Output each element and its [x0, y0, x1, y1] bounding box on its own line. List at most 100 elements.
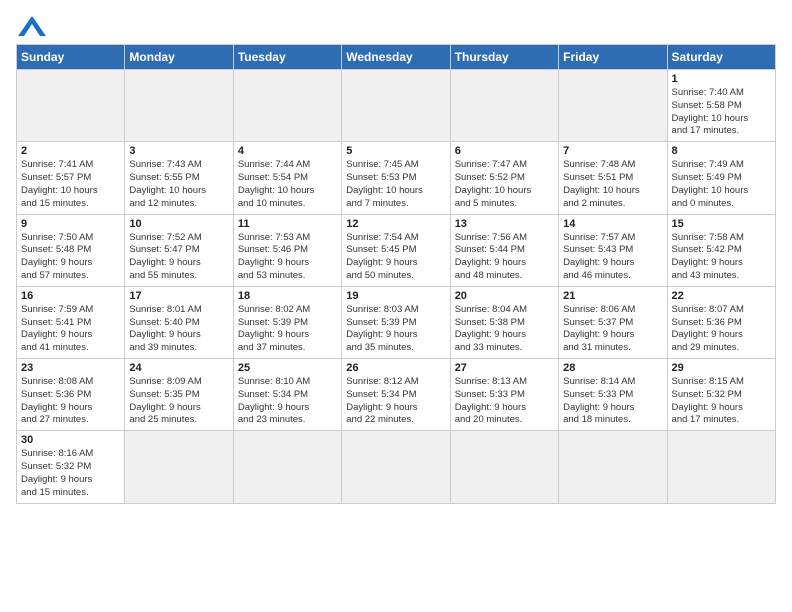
calendar-cell — [233, 70, 341, 142]
day-info: Sunrise: 8:16 AM Sunset: 5:32 PM Dayligh… — [21, 448, 120, 499]
calendar-cell: 25 Sunrise: 8:10 AM Sunset: 5:34 PM Dayli… — [233, 359, 341, 431]
day-info: Sunrise: 7:57 AM Sunset: 5:43 PM Dayligh… — [563, 232, 662, 283]
calendar-cell: 16 Sunrise: 7:59 AM Sunset: 5:41 PM Dayli… — [17, 286, 125, 358]
day-number: 10 — [129, 218, 228, 230]
calendar-cell: 20 Sunrise: 8:04 AM Sunset: 5:38 PM Dayli… — [450, 286, 558, 358]
weekday-header-tuesday: Tuesday — [233, 45, 341, 70]
calendar-cell: 23 Sunrise: 8:08 AM Sunset: 5:36 PM Dayli… — [17, 359, 125, 431]
day-number: 20 — [455, 290, 554, 302]
day-info: Sunrise: 7:47 AM Sunset: 5:52 PM Dayligh… — [455, 159, 554, 210]
day-info: Sunrise: 8:07 AM Sunset: 5:36 PM Dayligh… — [672, 304, 771, 355]
day-number: 29 — [672, 362, 771, 374]
weekday-header-saturday: Saturday — [667, 45, 775, 70]
calendar-cell: 30 Sunrise: 8:16 AM Sunset: 5:32 PM Dayli… — [17, 431, 125, 503]
calendar-cell — [342, 431, 450, 503]
weekday-header-wednesday: Wednesday — [342, 45, 450, 70]
calendar-cell: 15 Sunrise: 7:58 AM Sunset: 5:42 PM Dayli… — [667, 214, 775, 286]
calendar-cell — [125, 431, 233, 503]
calendar-cell: 12 Sunrise: 7:54 AM Sunset: 5:45 PM Dayli… — [342, 214, 450, 286]
day-number: 1 — [672, 73, 771, 85]
day-info: Sunrise: 8:03 AM Sunset: 5:39 PM Dayligh… — [346, 304, 445, 355]
calendar-cell — [450, 431, 558, 503]
day-number: 14 — [563, 218, 662, 230]
day-number: 16 — [21, 290, 120, 302]
day-number: 9 — [21, 218, 120, 230]
day-info: Sunrise: 7:53 AM Sunset: 5:46 PM Dayligh… — [238, 232, 337, 283]
day-number: 7 — [563, 145, 662, 157]
day-number: 3 — [129, 145, 228, 157]
calendar-cell — [450, 70, 558, 142]
calendar-cell: 17 Sunrise: 8:01 AM Sunset: 5:40 PM Dayli… — [125, 286, 233, 358]
day-info: Sunrise: 7:45 AM Sunset: 5:53 PM Dayligh… — [346, 159, 445, 210]
calendar-cell: 11 Sunrise: 7:53 AM Sunset: 5:46 PM Dayli… — [233, 214, 341, 286]
calendar-cell — [667, 431, 775, 503]
day-info: Sunrise: 8:10 AM Sunset: 5:34 PM Dayligh… — [238, 376, 337, 427]
day-info: Sunrise: 8:04 AM Sunset: 5:38 PM Dayligh… — [455, 304, 554, 355]
day-info: Sunrise: 7:59 AM Sunset: 5:41 PM Dayligh… — [21, 304, 120, 355]
header — [16, 16, 776, 36]
calendar-cell — [17, 70, 125, 142]
day-info: Sunrise: 8:02 AM Sunset: 5:39 PM Dayligh… — [238, 304, 337, 355]
calendar-cell: 1 Sunrise: 7:40 AM Sunset: 5:58 PM Daylig… — [667, 70, 775, 142]
day-number: 13 — [455, 218, 554, 230]
day-info: Sunrise: 7:56 AM Sunset: 5:44 PM Dayligh… — [455, 232, 554, 283]
calendar-cell: 28 Sunrise: 8:14 AM Sunset: 5:33 PM Dayli… — [559, 359, 667, 431]
day-number: 25 — [238, 362, 337, 374]
calendar-cell: 21Sunrise: 8:06 AM Sunset: 5:37 PM Dayli… — [559, 286, 667, 358]
day-info: Sunrise: 7:48 AM Sunset: 5:51 PM Dayligh… — [563, 159, 662, 210]
calendar-cell: 27Sunrise: 8:13 AM Sunset: 5:33 PM Dayli… — [450, 359, 558, 431]
day-number: 18 — [238, 290, 337, 302]
day-number: 2 — [21, 145, 120, 157]
day-number: 22 — [672, 290, 771, 302]
day-info: Sunrise: 8:01 AM Sunset: 5:40 PM Dayligh… — [129, 304, 228, 355]
calendar-cell: 19 Sunrise: 8:03 AM Sunset: 5:39 PM Dayli… — [342, 286, 450, 358]
day-number: 23 — [21, 362, 120, 374]
calendar-cell: 22 Sunrise: 8:07 AM Sunset: 5:36 PM Dayli… — [667, 286, 775, 358]
calendar-cell: 7 Sunrise: 7:48 AM Sunset: 5:51 PM Daylig… — [559, 142, 667, 214]
day-number: 11 — [238, 218, 337, 230]
day-number: 4 — [238, 145, 337, 157]
day-info: Sunrise: 8:08 AM Sunset: 5:36 PM Dayligh… — [21, 376, 120, 427]
weekday-header-monday: Monday — [125, 45, 233, 70]
calendar-cell: 24Sunrise: 8:09 AM Sunset: 5:35 PM Dayli… — [125, 359, 233, 431]
day-number: 17 — [129, 290, 228, 302]
day-info: Sunrise: 7:50 AM Sunset: 5:48 PM Dayligh… — [21, 232, 120, 283]
day-number: 24 — [129, 362, 228, 374]
day-number: 19 — [346, 290, 445, 302]
calendar-cell: 9 Sunrise: 7:50 AM Sunset: 5:48 PM Daylig… — [17, 214, 125, 286]
day-info: Sunrise: 7:52 AM Sunset: 5:47 PM Dayligh… — [129, 232, 228, 283]
day-number: 15 — [672, 218, 771, 230]
weekday-header-friday: Friday — [559, 45, 667, 70]
calendar-cell: 26 Sunrise: 8:12 AM Sunset: 5:34 PM Dayli… — [342, 359, 450, 431]
weekday-header-thursday: Thursday — [450, 45, 558, 70]
logo-icon — [18, 16, 46, 36]
day-info: Sunrise: 7:58 AM Sunset: 5:42 PM Dayligh… — [672, 232, 771, 283]
day-number: 26 — [346, 362, 445, 374]
calendar-cell: 18 Sunrise: 8:02 AM Sunset: 5:39 PM Dayli… — [233, 286, 341, 358]
calendar-cell: 29 Sunrise: 8:15 AM Sunset: 5:32 PM Dayli… — [667, 359, 775, 431]
calendar-cell: 5 Sunrise: 7:45 AM Sunset: 5:53 PM Daylig… — [342, 142, 450, 214]
calendar-cell: 3Sunrise: 7:43 AM Sunset: 5:55 PM Daylig… — [125, 142, 233, 214]
calendar-cell: 13 Sunrise: 7:56 AM Sunset: 5:44 PM Dayli… — [450, 214, 558, 286]
day-number: 5 — [346, 145, 445, 157]
calendar-table: SundayMondayTuesdayWednesdayThursdayFrid… — [16, 44, 776, 504]
calendar-cell: 14 Sunrise: 7:57 AM Sunset: 5:43 PM Dayli… — [559, 214, 667, 286]
logo — [16, 16, 46, 36]
day-number: 28 — [563, 362, 662, 374]
day-info: Sunrise: 8:12 AM Sunset: 5:34 PM Dayligh… — [346, 376, 445, 427]
page: SundayMondayTuesdayWednesdayThursdayFrid… — [0, 0, 792, 512]
day-info: Sunrise: 8:14 AM Sunset: 5:33 PM Dayligh… — [563, 376, 662, 427]
weekday-header-sunday: Sunday — [17, 45, 125, 70]
day-number: 30 — [21, 434, 120, 446]
calendar-cell: 6Sunrise: 7:47 AM Sunset: 5:52 PM Daylig… — [450, 142, 558, 214]
calendar-cell: 2Sunrise: 7:41 AM Sunset: 5:57 PM Daylig… — [17, 142, 125, 214]
day-info: Sunrise: 7:40 AM Sunset: 5:58 PM Dayligh… — [672, 87, 771, 138]
calendar-cell: 4Sunrise: 7:44 AM Sunset: 5:54 PM Daylig… — [233, 142, 341, 214]
day-info: Sunrise: 8:13 AM Sunset: 5:33 PM Dayligh… — [455, 376, 554, 427]
calendar-cell — [559, 70, 667, 142]
day-number: 8 — [672, 145, 771, 157]
day-info: Sunrise: 8:15 AM Sunset: 5:32 PM Dayligh… — [672, 376, 771, 427]
calendar-cell — [342, 70, 450, 142]
day-info: Sunrise: 7:54 AM Sunset: 5:45 PM Dayligh… — [346, 232, 445, 283]
day-number: 12 — [346, 218, 445, 230]
